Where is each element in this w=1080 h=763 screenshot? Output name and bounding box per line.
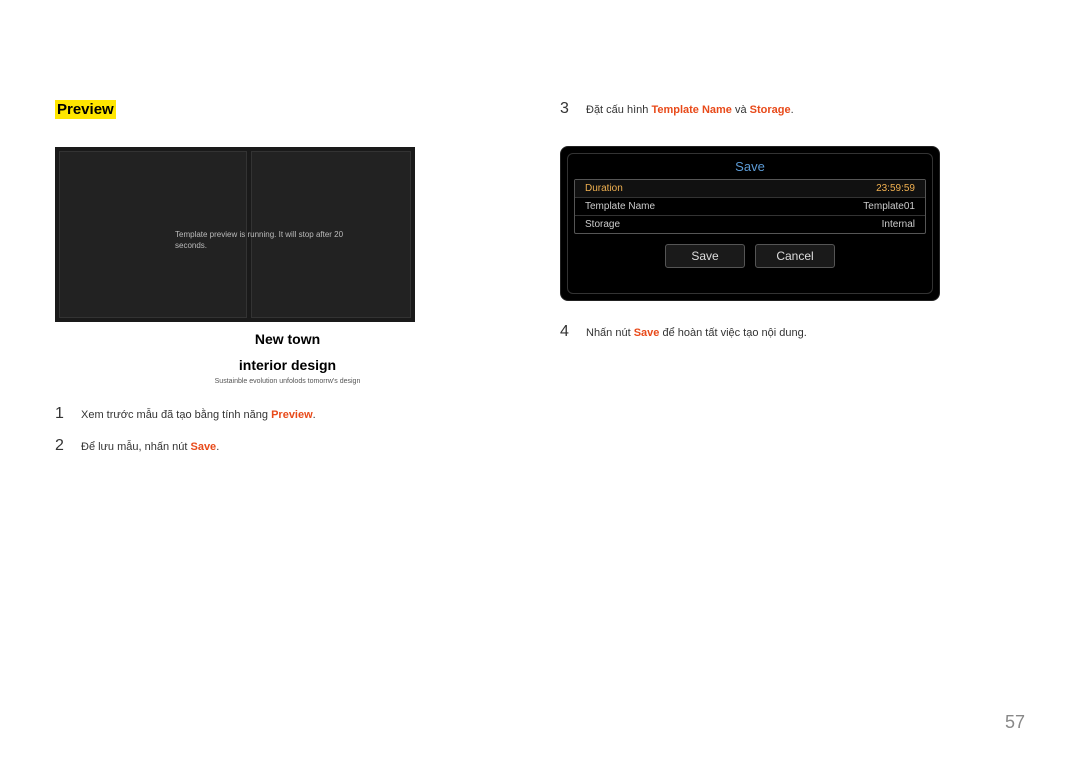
preview-subcaption: Sustainble evolution unfolods tomorrw's … — [55, 378, 520, 385]
step-text: Xem trước mẫu đã tạo bằng tính năng Prev… — [81, 409, 316, 421]
right-column: 3 Đặt cấu hình Template Name và Storage.… — [560, 100, 1025, 763]
dialog-field-list: Duration 23:59:59 Template Name Template… — [574, 179, 926, 234]
preview-running-message: Template preview is running. It will sto… — [175, 229, 375, 251]
step-number: 3 — [560, 100, 572, 118]
step-3: 3 Đặt cấu hình Template Name và Storage. — [560, 100, 1025, 118]
cancel-button[interactable]: Cancel — [755, 244, 835, 268]
dialog-row-label: Duration — [585, 183, 623, 194]
step-number: 4 — [560, 323, 572, 341]
step-1: 1 Xem trước mẫu đã tạo bằng tính năng Pr… — [55, 405, 520, 423]
save-button[interactable]: Save — [665, 244, 745, 268]
save-dialog: Save Duration 23:59:59 Template Name Tem… — [560, 146, 940, 301]
dialog-title: Save — [568, 154, 932, 179]
dialog-row-storage[interactable]: Storage Internal — [575, 216, 925, 233]
preview-caption-line2: interior design — [55, 356, 520, 374]
dialog-row-value: Internal — [882, 219, 915, 230]
dialog-row-template-name[interactable]: Template Name Template01 — [575, 198, 925, 216]
step-number: 2 — [55, 437, 67, 455]
step-2: 2 Để lưu mẫu, nhấn nút Save. — [55, 437, 520, 455]
step-number: 1 — [55, 405, 67, 423]
preview-caption-line1: New town — [55, 330, 520, 348]
template-preview: Template preview is running. It will sto… — [55, 147, 415, 322]
step-text: Nhấn nút Save để hoàn tất việc tạo nội d… — [586, 327, 807, 339]
page-number: 57 — [1005, 712, 1025, 733]
dialog-row-value: Template01 — [863, 201, 915, 212]
step-4: 4 Nhấn nút Save để hoàn tất việc tạo nội… — [560, 323, 1025, 341]
dialog-row-duration[interactable]: Duration 23:59:59 — [575, 180, 925, 198]
step-text: Đặt cấu hình Template Name và Storage. — [586, 104, 794, 116]
dialog-row-value: 23:59:59 — [876, 183, 915, 194]
dialog-buttons: Save Cancel — [568, 244, 932, 276]
step-text: Để lưu mẫu, nhấn nút Save. — [81, 441, 219, 453]
section-heading: Preview — [55, 100, 116, 119]
left-column: Preview Template preview is running. It … — [55, 100, 520, 763]
dialog-row-label: Template Name — [585, 201, 655, 212]
dialog-row-label: Storage — [585, 219, 620, 230]
